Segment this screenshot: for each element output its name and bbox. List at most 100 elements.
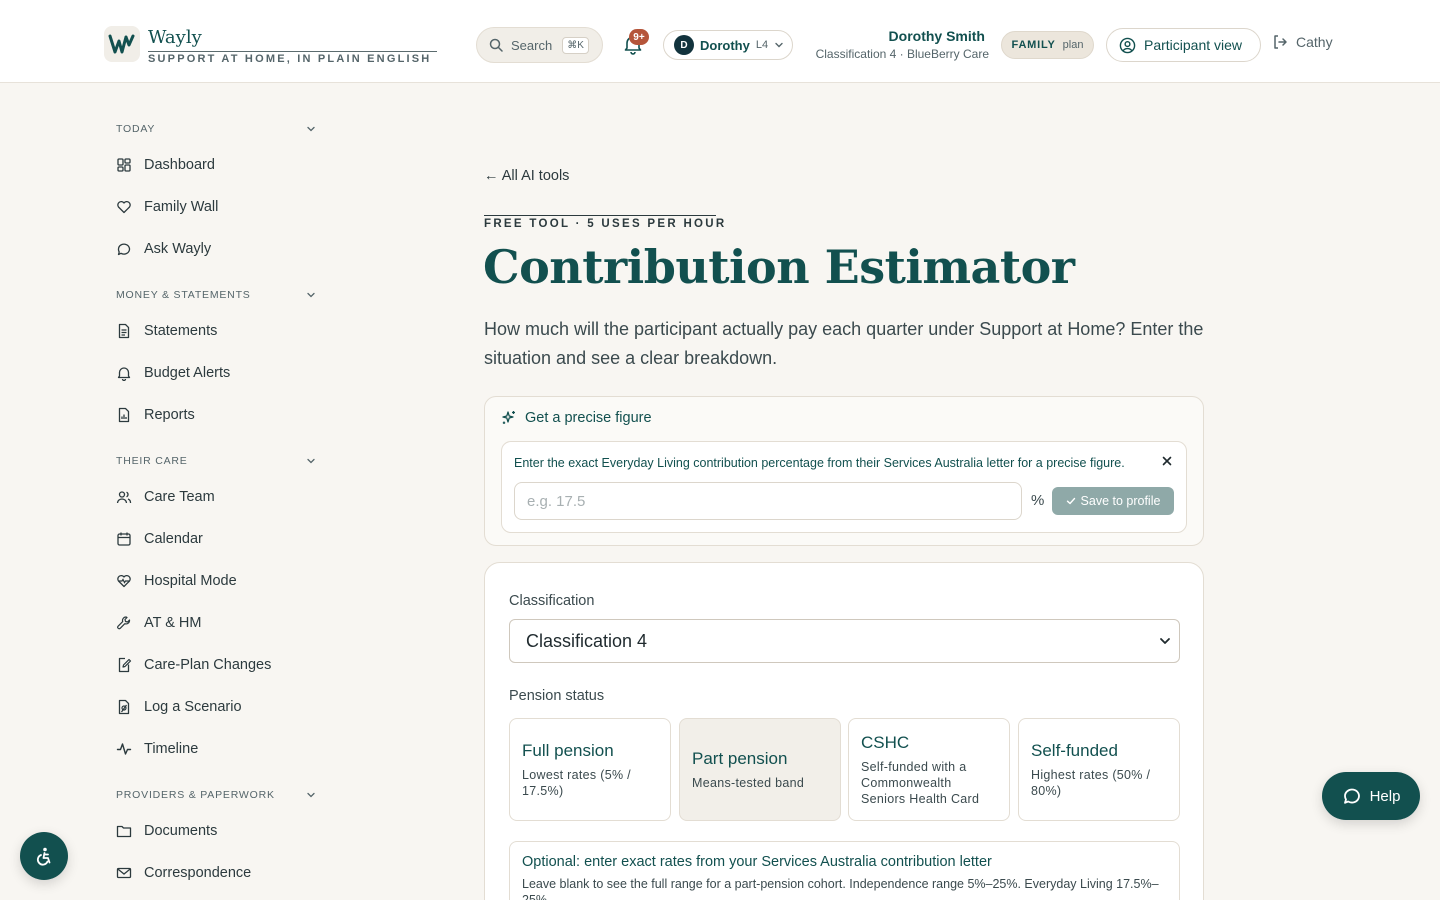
help-button[interactable]: Help xyxy=(1322,772,1420,820)
save-to-profile-button[interactable]: Save to profile xyxy=(1052,487,1174,515)
pension-option-full[interactable]: Full pension Lowest rates (5% / 17.5%) xyxy=(509,718,671,821)
sparkle-icon xyxy=(502,411,515,424)
sidebar-item-reports[interactable]: Reports xyxy=(104,398,326,432)
sidebar-item-hospital-mode[interactable]: Hospital Mode xyxy=(104,564,326,598)
sidebar-item-correspondence[interactable]: Correspondence xyxy=(104,856,326,890)
sidebar-section-their-care[interactable]: THEIR CARE xyxy=(116,455,316,467)
pension-option-self-funded[interactable]: Self-funded Highest rates (50% / 80%) xyxy=(1018,718,1180,821)
chevron-down-icon xyxy=(307,458,315,464)
sidebar-item-at-hm[interactable]: AT & HM xyxy=(104,606,326,640)
classification-select[interactable]: Classification 4 xyxy=(509,619,1180,663)
sidebar-section-providers[interactable]: PROVIDERS & PAPERWORK xyxy=(116,789,316,801)
participant-avatar: D xyxy=(674,35,694,55)
classification-label: Classification xyxy=(509,593,595,609)
sidebar-item-label: Statements xyxy=(144,323,218,339)
logout-icon xyxy=(1274,35,1287,49)
sidebar-item-label: Reports xyxy=(144,407,195,423)
chevron-down-icon xyxy=(307,126,315,132)
option-description: Means-tested band xyxy=(692,776,805,790)
option-title: Self-funded xyxy=(1031,741,1118,760)
precise-figure-card: Get a precise figure Enter the exact Eve… xyxy=(484,396,1204,546)
optional-rates-heading: Optional: enter exact rates from your Se… xyxy=(522,854,992,870)
close-icon xyxy=(1162,456,1172,466)
accessibility-icon xyxy=(36,847,51,866)
dashboard-icon xyxy=(117,158,131,172)
sidebar-section-money[interactable]: MONEY & STATEMENTS xyxy=(116,289,316,301)
sidebar-item-label: Ask Wayly xyxy=(144,241,212,257)
brand-tagline: SUPPORT AT HOME, IN PLAIN ENGLISH xyxy=(148,51,437,65)
user-classification: Classification 4 · BlueBerry Care xyxy=(815,47,989,61)
sidebar-item-dashboard[interactable]: Dashboard xyxy=(104,148,326,182)
sidebar-item-label: Calendar xyxy=(144,531,203,547)
option-title: CSHC xyxy=(861,733,910,752)
user-name: Dorothy Smith xyxy=(888,28,985,44)
sidebar-item-documents[interactable]: Documents xyxy=(104,814,326,848)
option-title: Part pension xyxy=(692,749,788,768)
precise-figure-message: Enter the exact Everyday Living contribu… xyxy=(514,456,1125,470)
section-title: PROVIDERS & PAPERWORK xyxy=(116,789,275,801)
scenario-icon xyxy=(118,699,130,715)
sidebar-section-today[interactable]: TODAY xyxy=(116,123,316,135)
sidebar-item-label: Dashboard xyxy=(144,157,215,173)
sidebar-item-ask-wayly[interactable]: Ask Wayly xyxy=(104,232,326,266)
pension-option-cshc[interactable]: CSHC Self-funded with a Commonwealth Sen… xyxy=(848,718,1010,821)
close-button[interactable] xyxy=(1158,452,1176,470)
estimator-form-card: Classification Classification 4 Pension … xyxy=(484,562,1204,900)
option-title: Full pension xyxy=(522,741,614,760)
sidebar-item-label: Documents xyxy=(144,823,218,839)
sidebar-item-label: Care Team xyxy=(144,489,215,505)
chat-bubble-icon xyxy=(1343,788,1360,804)
plan-badge: FAMILY plan xyxy=(1001,31,1094,59)
notifications-badge: 9+ xyxy=(629,29,649,45)
classification-value: Classification 4 xyxy=(526,630,648,651)
sidebar-item-label: Care-Plan Changes xyxy=(144,657,272,673)
sidebar-item-label: Timeline xyxy=(144,741,199,757)
document-icon xyxy=(118,323,130,339)
folder-icon xyxy=(116,825,132,838)
mail-icon xyxy=(116,867,132,879)
chevron-down-icon xyxy=(1160,638,1170,644)
participant-view-button[interactable]: Participant view xyxy=(1106,28,1261,62)
sidebar-item-label: Family Wall xyxy=(144,199,219,215)
chevron-down-icon xyxy=(775,42,783,48)
sidebar-item-care-plan-changes[interactable]: Care-Plan Changes xyxy=(104,648,326,682)
contribution-rate-input[interactable] xyxy=(514,482,1022,520)
brand-name[interactable]: Wayly xyxy=(148,28,202,48)
logout-button[interactable]: Cathy xyxy=(1272,34,1333,50)
precise-figure-panel: Enter the exact Everyday Living contribu… xyxy=(501,441,1187,533)
page-intro: How much will the participant actually p… xyxy=(484,319,1204,368)
back-to-ai-tools-link[interactable]: ← All AI tools xyxy=(484,168,569,184)
option-description: Highest rates (50% / 80%) xyxy=(1031,768,1151,798)
pension-option-part[interactable]: Part pension Means-tested band xyxy=(679,718,841,821)
participant-switcher[interactable]: D Dorothy L4 xyxy=(663,30,793,60)
plan-suffix: plan xyxy=(1062,39,1084,51)
wayly-logo-icon[interactable] xyxy=(104,26,140,62)
chat-bubble-icon xyxy=(117,243,131,256)
sidebar-item-log-scenario[interactable]: Log a Scenario xyxy=(104,690,326,724)
participant-level: L4 xyxy=(755,39,769,51)
section-title: THEIR CARE xyxy=(116,455,188,467)
sidebar-item-timeline[interactable]: Timeline xyxy=(104,732,326,766)
save-label: Save to profile xyxy=(1080,494,1161,508)
accessibility-button[interactable] xyxy=(20,832,68,880)
option-description: Self-funded with a Commonwealth Seniors … xyxy=(861,760,980,806)
sidebar-item-label: Log a Scenario xyxy=(144,699,242,715)
users-icon xyxy=(116,491,132,504)
sidebar-item-family-wall[interactable]: Family Wall xyxy=(104,190,326,224)
check-icon xyxy=(1066,497,1075,505)
sidebar-item-label: AT & HM xyxy=(144,615,202,631)
sidebar-item-budget-alerts[interactable]: Budget Alerts xyxy=(104,356,326,390)
sidebar-item-care-team[interactable]: Care Team xyxy=(104,480,326,514)
report-icon xyxy=(118,407,130,423)
search-button[interactable]: Search ⌘K xyxy=(476,27,603,63)
participant-name: Dorothy xyxy=(700,37,750,53)
participant-view-label: Participant view xyxy=(1144,37,1243,53)
sidebar-item-calendar[interactable]: Calendar xyxy=(104,522,326,556)
precise-figure-heading: Get a precise figure xyxy=(501,410,652,426)
heart-pulse-icon xyxy=(117,574,131,588)
sidebar-item-statements[interactable]: Statements xyxy=(104,314,326,348)
calendar-icon xyxy=(117,532,131,546)
bell-icon xyxy=(117,367,131,381)
optional-rates-section: Optional: enter exact rates from your Se… xyxy=(509,841,1180,900)
sidebar-item-label: Budget Alerts xyxy=(144,365,231,381)
